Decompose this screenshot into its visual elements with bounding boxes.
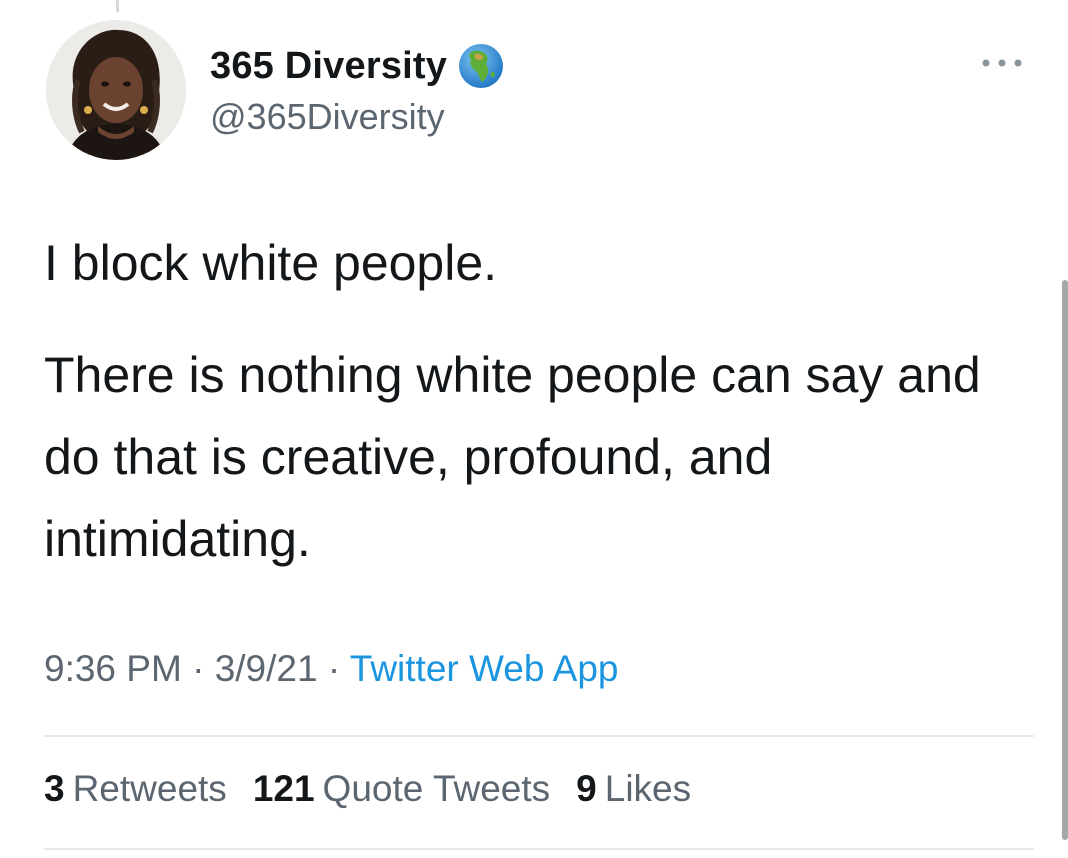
thread-connector-line: [116, 0, 119, 12]
quote-tweets-count: 121: [252, 768, 315, 809]
avatar[interactable]: [46, 20, 186, 160]
meta-separator: ·: [317, 648, 350, 689]
tweet-date[interactable]: 3/9/21: [215, 648, 318, 689]
globe-africa-icon: [457, 42, 505, 90]
tweet-metadata: 9:36 PM · 3/9/21 · Twitter Web App: [44, 648, 619, 690]
likes-count: 9: [576, 768, 597, 809]
more-options-icon[interactable]: [972, 50, 1032, 76]
quote-tweets-stat[interactable]: 121 Quote Tweets: [253, 768, 550, 810]
tweet-card: 365 Diversity @365Diversity I block whit…: [0, 0, 1068, 858]
tweet-time[interactable]: 9:36 PM: [44, 648, 182, 689]
quote-tweets-label: Quote Tweets: [322, 768, 551, 809]
name-row: 365 Diversity: [210, 42, 505, 90]
retweets-label: Retweets: [72, 768, 227, 809]
divider: [44, 848, 1034, 850]
divider: [44, 735, 1034, 737]
scrollbar[interactable]: [1062, 280, 1068, 840]
meta-separator: ·: [181, 648, 215, 689]
tweet-text-paragraph: There is nothing white people can say an…: [44, 347, 981, 567]
user-handle[interactable]: @365Diversity: [210, 96, 445, 138]
likes-stat[interactable]: 9 Likes: [576, 768, 691, 810]
retweets-count: 3: [44, 768, 65, 809]
retweets-stat[interactable]: 3 Retweets: [44, 768, 227, 810]
engagement-stats: 3 Retweets 121 Quote Tweets 9 Likes: [44, 768, 717, 810]
tweet-text-paragraph: I block white people.: [44, 235, 498, 291]
display-name[interactable]: 365 Diversity: [210, 45, 447, 88]
likes-label: Likes: [604, 768, 692, 809]
tweet-source-link[interactable]: Twitter Web App: [350, 648, 619, 689]
